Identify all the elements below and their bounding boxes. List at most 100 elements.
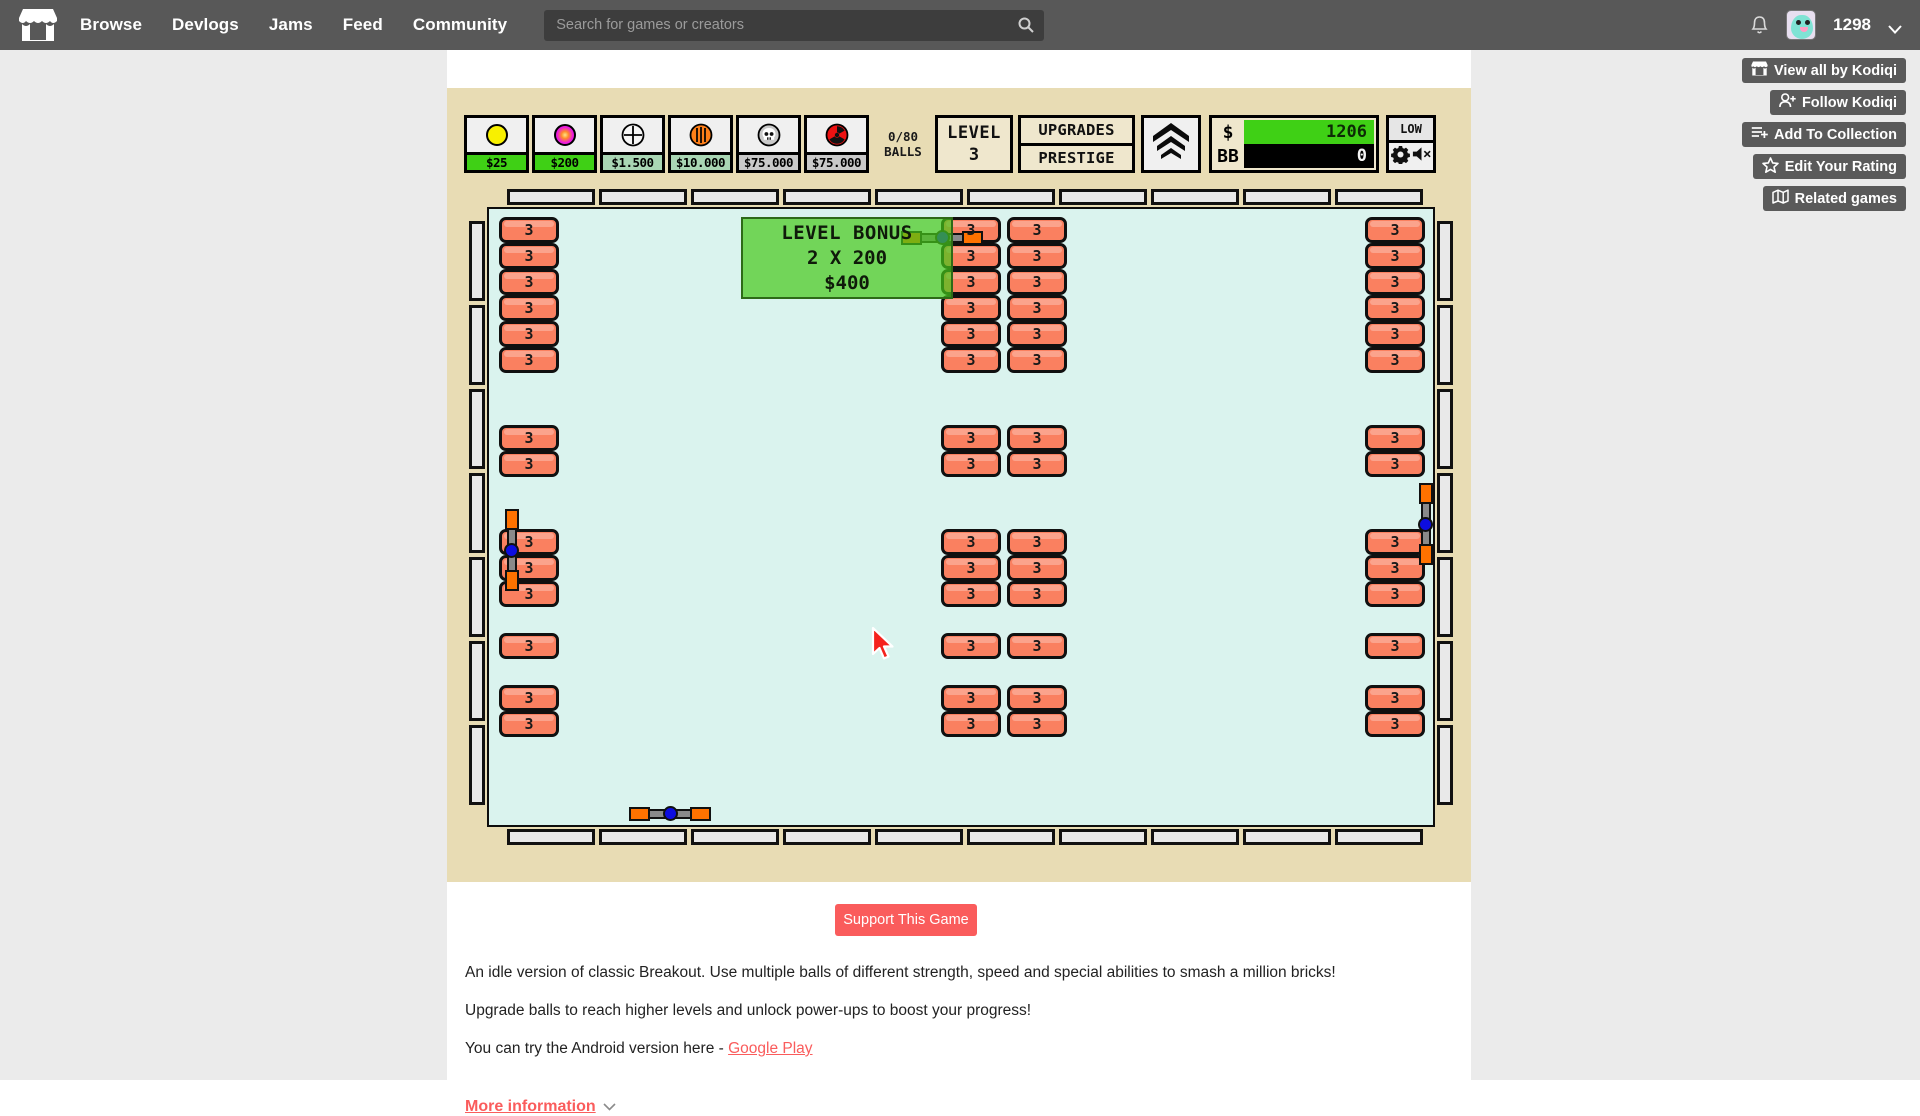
brick-hp-label: 3	[524, 221, 534, 239]
brick-hp-label: 3	[966, 351, 976, 369]
brick: 3	[499, 451, 559, 477]
brick-hp-label: 3	[966, 455, 976, 473]
wall-segment-top	[1243, 189, 1331, 205]
level-bonus-formula: 2 X 200	[806, 246, 888, 269]
search-bar[interactable]	[544, 9, 1045, 41]
search-input[interactable]	[544, 17, 1005, 33]
nav-link-jams[interactable]: Jams	[269, 15, 313, 35]
game-arena[interactable]: 3 3 3 3 3 3 3 3 3 3 3 3 3 3 3 3 3 3 3 3 3 3 3 3 3 3 3 3 3 3 3 3 3 3 3 3 3 3 3 3…	[469, 189, 1453, 845]
buy-ball-radioactive-button[interactable]: $75.000	[804, 115, 869, 173]
game-embed-frame[interactable]: $25 $200 $1.500 $10.000 $75.000 $75.000 …	[447, 88, 1471, 882]
paddle-cap	[629, 807, 650, 821]
nav-link-community[interactable]: Community	[413, 15, 507, 35]
brick: 3	[1007, 529, 1067, 555]
more-information-toggle[interactable]: More information	[465, 1098, 616, 1116]
currency-panel: $ 1206 BB 0	[1209, 115, 1379, 173]
brick-hp-label: 3	[1032, 455, 1042, 473]
edit-rating-button[interactable]: Edit Your Rating	[1752, 154, 1906, 179]
brick-hp-label: 3	[1390, 689, 1400, 707]
add-to-collection-icon	[1751, 125, 1768, 144]
brick: 3	[499, 217, 559, 243]
buy-ball-plus-button[interactable]: $1.500	[600, 115, 665, 173]
wall-segment-bottom	[1335, 829, 1423, 845]
game-play-field[interactable]: 3 3 3 3 3 3 3 3 3 3 3 3 3 3 3 3 3 3 3 3 3 3 3 3 3 3 3 3 3 3 3 3 3 3 3 3 3 3 3 3…	[464, 185, 1458, 850]
brick-hp-label: 3	[1032, 429, 1042, 447]
wall-segment-bottom	[1151, 829, 1239, 845]
cash-value: 1206	[1244, 120, 1374, 144]
double-chevron-up-icon	[1151, 121, 1191, 168]
wall-segment-top	[1335, 189, 1423, 205]
brick-hp-label: 3	[1032, 351, 1042, 369]
quality-toggle[interactable]: LOW	[1389, 118, 1433, 143]
wall-segment-top	[783, 189, 871, 205]
nav-link-devlogs[interactable]: Devlogs	[172, 15, 239, 35]
wall-segment-top	[967, 189, 1055, 205]
brick: 3	[1007, 243, 1067, 269]
brick-hp-label: 3	[524, 429, 534, 447]
ball-price-radioactive: $75.000	[807, 152, 866, 170]
ball-price-magenta: $200	[535, 152, 594, 170]
follow-user-icon	[1779, 93, 1796, 112]
coin-balance[interactable]: 1298	[1833, 15, 1871, 35]
upgrades-button[interactable]: UPGRADES	[1021, 118, 1132, 146]
brick-hp-label: 3	[966, 299, 976, 317]
related-games-button[interactable]: Related games	[1762, 186, 1906, 211]
balls-counter-label: BALLS	[884, 144, 922, 159]
paddle-cap	[505, 570, 519, 591]
notification-bell-icon[interactable]	[1750, 15, 1769, 36]
wall-segment-right	[1437, 389, 1453, 469]
brick: 3	[499, 321, 559, 347]
brick-hp-label: 3	[1390, 533, 1400, 551]
itch-io-logo[interactable]	[18, 8, 58, 42]
description-paragraph-3: You can try the Android version here - G…	[465, 1038, 1455, 1060]
brick: 3	[941, 321, 1001, 347]
add-to-collection-label: Add To Collection	[1774, 126, 1897, 143]
brick: 3	[1365, 321, 1425, 347]
nav-link-browse[interactable]: Browse	[80, 15, 142, 35]
nav-links: Browse Devlogs Jams Feed Community	[80, 15, 507, 35]
glow-circle-icon	[535, 118, 594, 152]
brick: 3	[499, 347, 559, 373]
boost-button[interactable]	[1141, 115, 1201, 173]
chevron-down-icon[interactable]	[1888, 21, 1902, 34]
brick-hp-label: 3	[524, 637, 534, 655]
paddle-cap	[690, 807, 711, 821]
brick: 3	[1007, 217, 1067, 243]
brick: 3	[941, 425, 1001, 451]
settings-row	[1389, 143, 1433, 170]
speaker-muted-icon[interactable]	[1411, 145, 1432, 168]
add-to-collection-button[interactable]: Add To Collection	[1742, 122, 1906, 147]
gear-icon[interactable]	[1390, 145, 1410, 169]
brick: 3	[499, 711, 559, 737]
more-information-link[interactable]: More information	[465, 1098, 596, 1116]
wall-segment-top	[1059, 189, 1147, 205]
brick-hp-label: 3	[524, 247, 534, 265]
chevron-down-icon[interactable]	[603, 1098, 616, 1116]
brick-hp-label: 3	[1390, 585, 1400, 603]
google-play-link[interactable]: Google Play	[728, 1040, 812, 1057]
user-avatar[interactable]	[1786, 10, 1817, 40]
itch-store-icon	[1751, 61, 1768, 80]
brick: 3	[1365, 217, 1425, 243]
plain-circle-icon	[467, 118, 526, 152]
wall-segment-top	[599, 189, 687, 205]
search-icon[interactable]	[1018, 17, 1034, 33]
brick: 3	[1365, 425, 1425, 451]
nav-link-feed[interactable]: Feed	[343, 15, 383, 35]
balls-counter: 0/80 BALLS	[877, 115, 929, 173]
brick-hp-label: 3	[966, 429, 976, 447]
follow-creator-button[interactable]: Follow Kodiqi	[1769, 90, 1906, 115]
level-display: LEVEL 3	[935, 115, 1013, 173]
bb-symbol: BB	[1217, 145, 1239, 167]
buy-ball-magenta-button[interactable]: $200	[532, 115, 597, 173]
brick: 3	[1365, 295, 1425, 321]
brick-hp-label: 3	[966, 221, 976, 239]
edit-rating-label: Edit Your Rating	[1784, 158, 1897, 175]
wall-segment-bottom	[875, 829, 963, 845]
buy-ball-striped-button[interactable]: $10.000	[668, 115, 733, 173]
view-all-by-creator-button[interactable]: View all by Kodiqi	[1741, 58, 1906, 83]
prestige-button[interactable]: PRESTIGE	[1021, 146, 1132, 171]
buy-ball-skull-button[interactable]: $75.000	[736, 115, 801, 173]
support-this-game-button[interactable]: Support This Game	[835, 904, 977, 936]
buy-ball-basic-button[interactable]: $25	[464, 115, 529, 173]
